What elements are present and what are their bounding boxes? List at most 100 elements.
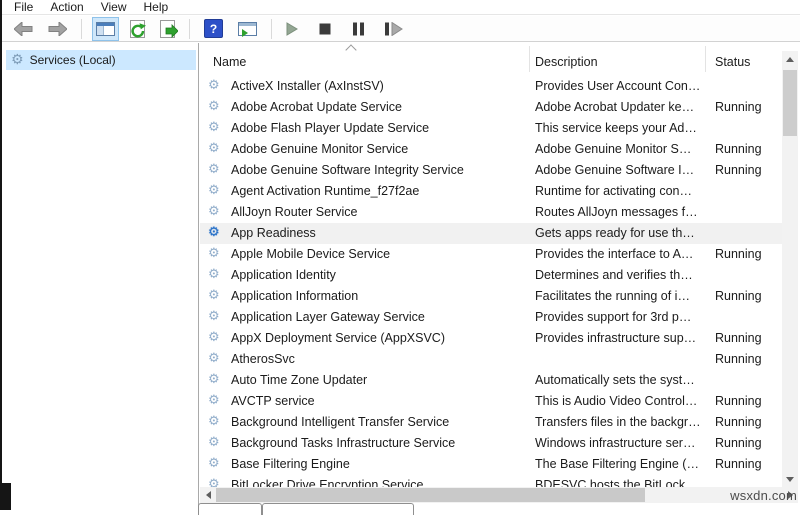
scroll-left-button[interactable] [200, 487, 216, 503]
table-row[interactable]: ⚙ ActiveX Installer (AxInstSV) Provides … [200, 76, 782, 97]
service-name: Agent Activation Runtime_f27f2ae [231, 184, 419, 198]
view-tab[interactable] [262, 503, 414, 515]
table-row[interactable]: ⚙ Adobe Genuine Software Integrity Servi… [200, 160, 782, 181]
refresh-button[interactable] [126, 17, 149, 41]
services-list-panel: Name Description Status ⚙ ActiveX Instal… [200, 43, 800, 510]
service-description: Provides User Account Con… [535, 79, 700, 93]
export-list-icon [160, 20, 175, 38]
service-gear-icon: ⚙ [208, 457, 220, 471]
service-gear-icon: ⚙ [208, 142, 220, 156]
tree-item-services-local[interactable]: ⚙ Services (Local) [6, 50, 196, 70]
service-status: Running [715, 352, 762, 366]
service-status: Running [715, 289, 762, 303]
column-header-description[interactable]: Description [535, 55, 598, 69]
menu-item-view[interactable]: View [101, 0, 127, 14]
restart-service-button[interactable] [380, 17, 407, 41]
service-status: Running [715, 163, 762, 177]
view-tab[interactable] [198, 503, 262, 515]
export-list-button[interactable] [156, 17, 179, 41]
service-gear-icon: ⚙ [208, 163, 220, 177]
show-action-pane-button[interactable] [234, 17, 261, 41]
table-row[interactable]: ⚙ Agent Activation Runtime_f27f2ae Runti… [200, 181, 782, 202]
console-tree-panel: ⚙ Services (Local) [4, 43, 199, 510]
menu-item-help[interactable]: Help [144, 0, 169, 14]
service-description: Runtime for activating con… [535, 184, 692, 198]
column-header-status[interactable]: Status [715, 55, 750, 69]
menu-item-file[interactable]: File [14, 0, 33, 14]
service-name: Application Layer Gateway Service [231, 310, 425, 324]
service-status: Running [715, 394, 762, 408]
service-description: Routes AllJoyn messages f… [535, 205, 698, 219]
table-row[interactable]: ⚙ App Readiness Gets apps ready for use … [200, 223, 782, 244]
horizontal-scrollbar[interactable] [200, 487, 798, 503]
table-row[interactable]: ⚙ AllJoyn Router Service Routes AllJoyn … [200, 202, 782, 223]
table-row[interactable]: ⚙ AppX Deployment Service (AppXSVC) Prov… [200, 328, 782, 349]
table-row[interactable]: ⚙ Application Layer Gateway Service Prov… [200, 307, 782, 328]
service-status: Running [715, 457, 762, 471]
table-row[interactable]: ⚙ AVCTP service This is Audio Video Cont… [200, 391, 782, 412]
table-row[interactable]: ⚙ Background Intelligent Transfer Servic… [200, 412, 782, 433]
vertical-scrollbar[interactable] [782, 51, 798, 487]
list-header: Name Description Status [200, 43, 782, 75]
service-gear-icon: ⚙ [208, 247, 220, 261]
service-gear-icon: ⚙ [208, 268, 220, 282]
service-name: AppX Deployment Service (AppXSVC) [231, 331, 445, 345]
refresh-icon [130, 20, 145, 38]
pause-service-button[interactable] [348, 17, 369, 41]
service-description: This service keeps your Ad… [535, 121, 697, 135]
service-description: The Base Filtering Engine (… [535, 457, 699, 471]
forward-button[interactable] [44, 17, 71, 41]
table-row[interactable]: ⚙ Application Information Facilitates th… [200, 286, 782, 307]
service-name: BitLocker Drive Encryption Service [231, 478, 423, 487]
table-row[interactable]: ⚙ Adobe Acrobat Update Service Adobe Acr… [200, 97, 782, 118]
service-name: AtherosSvc [231, 352, 295, 366]
tree-item-label: Services (Local) [30, 53, 116, 67]
menu-item-action[interactable]: Action [50, 0, 83, 14]
scroll-up-button[interactable] [782, 51, 798, 67]
service-gear-icon: ⚙ [208, 394, 220, 408]
service-gear-icon: ⚙ [208, 331, 220, 345]
table-row[interactable]: ⚙ Adobe Genuine Monitor Service Adobe Ge… [200, 139, 782, 160]
service-gear-icon: ⚙ [208, 415, 220, 429]
service-description: BDESVC hosts the BitLock… [535, 478, 698, 487]
service-name: Background Tasks Infrastructure Service [231, 436, 455, 450]
show-console-tree-button[interactable] [92, 17, 119, 41]
service-name: Adobe Flash Player Update Service [231, 121, 429, 135]
start-service-button[interactable] [282, 17, 302, 41]
table-row[interactable]: ⚙ Base Filtering Engine The Base Filteri… [200, 454, 782, 475]
table-row[interactable]: ⚙ Apple Mobile Device Service Provides t… [200, 244, 782, 265]
column-divider[interactable] [705, 46, 706, 72]
toolbar-separator [81, 19, 82, 39]
column-divider[interactable] [529, 46, 530, 72]
scroll-down-button[interactable] [782, 471, 798, 487]
service-status: Running [715, 331, 762, 345]
table-row[interactable]: ⚙ Background Tasks Infrastructure Servic… [200, 433, 782, 454]
service-name: Adobe Acrobat Update Service [231, 100, 402, 114]
service-description: Provides infrastructure sup… [535, 331, 696, 345]
table-row[interactable]: ⚙ Auto Time Zone Updater Automatically s… [200, 370, 782, 391]
service-status: Running [715, 247, 762, 261]
menu-bar: File Action View Help [2, 0, 800, 15]
service-name: Application Information [231, 289, 358, 303]
service-description: This is Audio Video Control… [535, 394, 697, 408]
action-pane-icon [238, 22, 257, 36]
service-name: Base Filtering Engine [231, 457, 350, 471]
vertical-scrollbar-thumb[interactable] [783, 70, 797, 136]
sort-ascending-icon [345, 44, 356, 55]
back-button[interactable] [10, 17, 37, 41]
service-name: Application Identity [231, 268, 336, 282]
help-button[interactable]: ? [200, 17, 227, 41]
table-row[interactable]: ⚙ AtherosSvc Running [200, 349, 782, 370]
service-status: Running [715, 142, 762, 156]
service-name: App Readiness [231, 226, 316, 240]
table-row[interactable]: ⚙ Application Identity Determines and ve… [200, 265, 782, 286]
service-gear-icon: ⚙ [208, 436, 220, 450]
column-header-name[interactable]: Name [213, 55, 246, 69]
service-gear-icon: ⚙ [208, 121, 220, 135]
service-name: ActiveX Installer (AxInstSV) [231, 79, 384, 93]
service-description: Determines and verifies th… [535, 268, 693, 282]
table-row[interactable]: ⚙ BitLocker Drive Encryption Service BDE… [200, 475, 782, 487]
horizontal-scrollbar-thumb[interactable] [216, 488, 645, 502]
table-row[interactable]: ⚙ Adobe Flash Player Update Service This… [200, 118, 782, 139]
stop-service-button[interactable] [315, 17, 335, 41]
